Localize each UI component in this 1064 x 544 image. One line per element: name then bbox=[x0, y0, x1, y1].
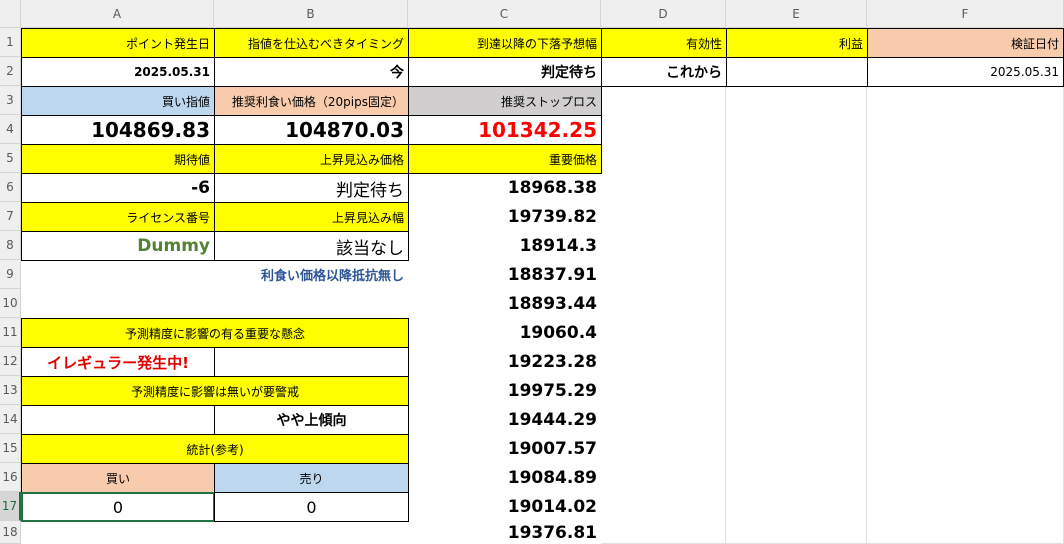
column-header-a[interactable]: A bbox=[21, 0, 214, 28]
cell-a12[interactable]: イレギュラー発生中! bbox=[21, 347, 215, 377]
cell-a4[interactable]: 104869.83 bbox=[21, 115, 215, 145]
cell-a16[interactable]: 買い bbox=[21, 463, 215, 493]
cell-a3[interactable]: 買い指値 bbox=[21, 86, 215, 116]
cell-c1[interactable]: 到達以降の下落予想幅 bbox=[408, 28, 602, 58]
cell-a6[interactable]: -6 bbox=[21, 173, 215, 203]
column-header-b[interactable]: B bbox=[214, 0, 408, 28]
important-price-cell[interactable]: 18893.44 bbox=[408, 289, 601, 318]
important-price-cell[interactable]: 19014.02 bbox=[408, 492, 601, 521]
column-header-e[interactable]: E bbox=[726, 0, 867, 28]
empty-cells-d[interactable] bbox=[601, 86, 726, 544]
row-header-8[interactable]: 8 bbox=[0, 231, 21, 260]
row-header-17[interactable]: 17 bbox=[0, 492, 21, 521]
important-price-cell[interactable]: 18914.3 bbox=[408, 231, 601, 260]
important-price-cell[interactable]: 19060.4 bbox=[408, 318, 601, 347]
cell-a1[interactable]: ポイント発生日 bbox=[21, 28, 215, 58]
cell-d2[interactable]: これから bbox=[601, 57, 727, 87]
cell-b16[interactable]: 売り bbox=[214, 463, 409, 493]
row-header-2[interactable]: 2 bbox=[0, 57, 21, 86]
column-header-d[interactable]: D bbox=[601, 0, 726, 28]
cell-c2[interactable]: 判定待ち bbox=[408, 57, 602, 87]
cell-c5[interactable]: 重要価格 bbox=[408, 144, 602, 174]
important-price-cell[interactable]: 19975.29 bbox=[408, 376, 601, 405]
cell-b1[interactable]: 指値を仕込むべきタイミング bbox=[214, 28, 409, 58]
cell-f2[interactable]: 2025.05.31 bbox=[867, 57, 1064, 87]
row-header-12[interactable]: 12 bbox=[0, 347, 21, 376]
row-header-18[interactable]: 18 bbox=[0, 521, 21, 544]
spreadsheet-grid: A B C D E F 1 2 3 4 5 6 7 8 9 10 11 12 1… bbox=[0, 0, 1064, 544]
important-price-cell[interactable]: 19444.29 bbox=[408, 405, 601, 434]
row-header-3[interactable]: 3 bbox=[0, 86, 21, 115]
cell-ab11[interactable]: 予測精度に影響の有る重要な懸念 bbox=[21, 318, 409, 348]
cell-b4[interactable]: 104870.03 bbox=[214, 115, 409, 145]
important-price-cell[interactable]: 19739.82 bbox=[408, 202, 601, 231]
cell-b17[interactable]: 0 bbox=[214, 492, 409, 522]
cell-a17-active[interactable]: 0 bbox=[21, 492, 215, 522]
cell-b8[interactable]: 該当なし bbox=[214, 231, 409, 261]
row-header-7[interactable]: 7 bbox=[0, 202, 21, 231]
cell-ab9[interactable]: 利食い価格以降抵抗無し bbox=[21, 260, 408, 289]
cell-e2[interactable] bbox=[726, 57, 868, 87]
cell-b3[interactable]: 推奨利食い価格（20pips固定） bbox=[214, 86, 409, 116]
cell-a2[interactable]: 2025.05.31 bbox=[21, 57, 215, 87]
cell-a5[interactable]: 期待値 bbox=[21, 144, 215, 174]
column-header-c[interactable]: C bbox=[408, 0, 601, 28]
row-header-15[interactable]: 15 bbox=[0, 434, 21, 463]
row-header-6[interactable]: 6 bbox=[0, 173, 21, 202]
cell-c4[interactable]: 101342.25 bbox=[408, 115, 602, 145]
row-header-13[interactable]: 13 bbox=[0, 376, 21, 405]
cell-b6[interactable]: 判定待ち bbox=[214, 173, 409, 203]
cell-f1[interactable]: 検証日付 bbox=[867, 28, 1064, 58]
cell-b14[interactable]: やや上傾向 bbox=[214, 405, 409, 435]
important-price-cell[interactable]: 18968.38 bbox=[408, 173, 601, 202]
row-header-4[interactable]: 4 bbox=[0, 115, 21, 144]
cell-a8[interactable]: Dummy bbox=[21, 231, 215, 261]
row-header-1[interactable]: 1 bbox=[0, 28, 21, 57]
row-header-5[interactable]: 5 bbox=[0, 144, 21, 173]
cell-c3[interactable]: 推奨ストップロス bbox=[408, 86, 602, 116]
important-price-cell[interactable]: 19376.81 bbox=[408, 521, 601, 544]
row-header-10[interactable]: 10 bbox=[0, 289, 21, 318]
empty-cells-f[interactable] bbox=[867, 86, 1064, 544]
important-price-cell[interactable]: 19223.28 bbox=[408, 347, 601, 376]
row-header-11[interactable]: 11 bbox=[0, 318, 21, 347]
cell-a7[interactable]: ライセンス番号 bbox=[21, 202, 215, 232]
cell-b5[interactable]: 上昇見込み価格 bbox=[214, 144, 409, 174]
cell-b7[interactable]: 上昇見込み幅 bbox=[214, 202, 409, 232]
cell-b2[interactable]: 今 bbox=[214, 57, 409, 87]
cell-d1[interactable]: 有効性 bbox=[601, 28, 727, 58]
row-header-9[interactable]: 9 bbox=[0, 260, 21, 289]
cell-e1[interactable]: 利益 bbox=[726, 28, 868, 58]
important-price-cell[interactable]: 18837.91 bbox=[408, 260, 601, 289]
important-price-cell[interactable]: 19084.89 bbox=[408, 463, 601, 492]
row-header-14[interactable]: 14 bbox=[0, 405, 21, 434]
empty-cells-e[interactable] bbox=[726, 86, 867, 544]
important-price-cell[interactable]: 19007.57 bbox=[408, 434, 601, 463]
cell-a14[interactable] bbox=[21, 405, 215, 435]
cell-ab13[interactable]: 予測精度に影響は無いが要警戒 bbox=[21, 376, 409, 406]
select-all-corner[interactable] bbox=[0, 0, 21, 28]
cell-b12[interactable] bbox=[214, 347, 409, 377]
row-header-16[interactable]: 16 bbox=[0, 463, 21, 492]
cell-ab15[interactable]: 統計(参考) bbox=[21, 434, 409, 464]
column-header-f[interactable]: F bbox=[867, 0, 1064, 28]
